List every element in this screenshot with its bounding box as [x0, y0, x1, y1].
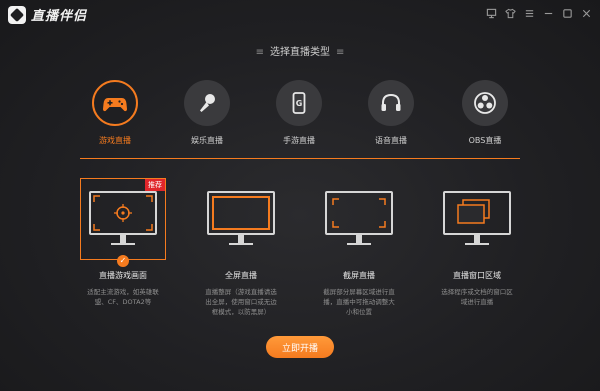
- crop-region-icon: [332, 198, 386, 228]
- svg-text:G: G: [296, 99, 303, 108]
- type-game-label: 游戏直播: [99, 136, 131, 145]
- recommend-badge: 推荐: [145, 179, 165, 191]
- type-obs-live[interactable]: OBS直播: [450, 80, 520, 146]
- start-live-button[interactable]: 立即开播: [266, 336, 334, 358]
- type-mobile-live[interactable]: G 手游直播: [264, 80, 334, 146]
- minimize-icon[interactable]: [541, 6, 556, 21]
- type-entertainment-label: 娱乐直播: [191, 136, 223, 145]
- capture-mode-selector: 推荐 ✓ 直播游戏画面 适配主流游戏，如英雄联盟、CF、DOTA2等 全屏直播 …: [80, 178, 520, 318]
- monitor-icon: [207, 191, 275, 235]
- section-heading: ≡ 选择直播类型 ≡: [0, 43, 600, 58]
- type-obs-label: OBS直播: [468, 136, 502, 145]
- close-icon[interactable]: [579, 6, 594, 21]
- mode-game-capture[interactable]: 推荐 ✓ 直播游戏画面 适配主流游戏，如英雄联盟、CF、DOTA2等: [80, 178, 166, 307]
- app-logo: 直播伴侣: [8, 5, 87, 24]
- mode-screenshot-desc: 截屏部分屏幕区域进行直播，直播中可拖动调整大小和位置: [323, 288, 395, 316]
- monitor-icon: [443, 191, 511, 235]
- microphone-icon: [200, 94, 215, 112]
- windows-stack-icon: [457, 199, 490, 224]
- mode-window-desc: 选择程序或文档的窗口区域进行直播: [441, 288, 513, 306]
- mode-game-desc: 适配主流游戏，如英雄联盟、CF、DOTA2等: [87, 288, 159, 306]
- type-voice-live[interactable]: 语音直播: [356, 80, 426, 146]
- type-mobile-label: 手游直播: [283, 136, 315, 145]
- monitor-icon: [89, 191, 157, 235]
- obs-icon: [474, 92, 496, 114]
- crosshair-icon: [93, 195, 153, 231]
- mode-fullscreen-title: 全屏直播: [225, 271, 257, 280]
- live-type-selector: 游戏直播 娱乐直播 G 手游直播 语音直播 OBS直播: [80, 80, 520, 150]
- mode-fullscreen-desc: 直播整屏（游戏直播请选出全屏，使用窗口或无边框模式，以防黑屏）: [205, 288, 277, 316]
- gamepad-icon: [103, 98, 127, 112]
- check-icon: ✓: [117, 255, 129, 267]
- maximize-icon[interactable]: [560, 6, 575, 21]
- headphones-icon: [381, 93, 401, 111]
- mode-game-title: 直播游戏画面: [99, 271, 147, 280]
- menu-icon[interactable]: [522, 6, 537, 21]
- phone-icon: G: [292, 92, 306, 114]
- mode-fullscreen[interactable]: 全屏直播 直播整屏（游戏直播请选出全屏，使用窗口或无边框模式，以防黑屏）: [198, 178, 284, 317]
- mode-screenshot-title: 截屏直播: [343, 271, 375, 280]
- type-game-live[interactable]: 游戏直播: [80, 80, 150, 146]
- mode-screenshot-area[interactable]: 截屏直播 截屏部分屏幕区域进行直播，直播中可拖动调整大小和位置: [316, 178, 402, 317]
- logo-icon: [8, 5, 26, 24]
- window-controls: [484, 6, 594, 21]
- monitor-icon: [325, 191, 393, 235]
- monitor-icon[interactable]: [484, 6, 499, 21]
- heading-dots-left: ≡: [255, 47, 264, 58]
- fullscreen-area-icon: [212, 196, 270, 230]
- shirt-icon[interactable]: [503, 6, 518, 21]
- mode-window-title: 直播窗口区域: [453, 271, 501, 280]
- title-bar: 直播伴侣: [0, 0, 600, 28]
- heading-text: 选择直播类型: [270, 47, 330, 58]
- mode-window-area[interactable]: 直播窗口区域 选择程序或文档的窗口区域进行直播: [434, 178, 520, 307]
- type-entertainment-live[interactable]: 娱乐直播: [172, 80, 242, 146]
- heading-dots-right: ≡: [336, 47, 345, 58]
- app-title: 直播伴侣: [31, 9, 88, 24]
- type-voice-label: 语音直播: [375, 136, 407, 145]
- orange-divider: [80, 158, 520, 159]
